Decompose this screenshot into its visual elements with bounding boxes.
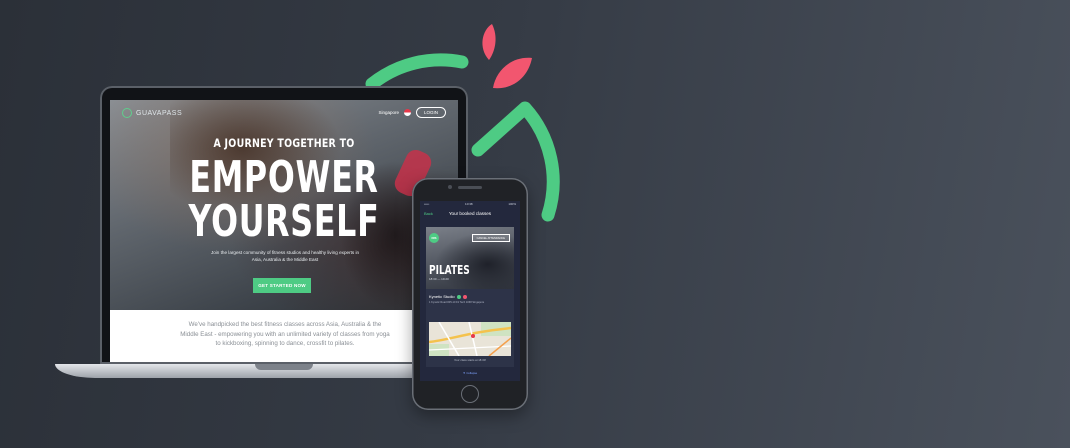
map-pin-icon (471, 334, 475, 338)
phone-nav-bar: Back Your booked classes (420, 209, 520, 219)
phone-speaker (458, 186, 482, 189)
logo-ring-icon (122, 108, 132, 118)
hero-section: GUAVAPASS Singapore LOGIN A JOURNEY TOGE… (110, 100, 458, 310)
laptop-screen: GUAVAPASS Singapore LOGIN A JOURNEY TOGE… (110, 100, 458, 362)
studio-map[interactable] (429, 322, 511, 356)
cancel-attendance-button[interactable]: CANCEL ATTENDANCE (471, 234, 510, 242)
studio-status-icon (456, 294, 461, 299)
studio-address: 1 Kynetic Road #05-10 Fit Tech 1068 Sing… (429, 301, 485, 304)
pink-leaf-top (482, 24, 496, 60)
carrier-signal: ••••• (424, 202, 430, 206)
class-name: PILATES (429, 263, 470, 277)
phone-home-button[interactable] (461, 385, 479, 403)
phone-camera (448, 185, 452, 189)
map-graphic (429, 322, 511, 356)
class-reminder: Your class starts at 18:30! (453, 358, 487, 362)
flag-icon[interactable] (403, 109, 411, 116)
studio-name[interactable]: Kynetic Studio (429, 294, 467, 299)
hero-title-line1: EMPOWER (189, 152, 379, 203)
site-logo[interactable]: GUAVAPASS (122, 108, 182, 118)
phone-nav-title: Your booked classes (448, 211, 492, 216)
hero-description: Join the largest community of fitness st… (210, 250, 360, 262)
laptop-notch (255, 364, 313, 370)
battery-level: 100% (508, 202, 516, 206)
site-nav: Singapore LOGIN (378, 107, 446, 118)
site-logo-text: GUAVAPASS (136, 109, 183, 117)
hero-eyebrow: A JOURNEY TOGETHER TO (213, 136, 355, 150)
location-selector[interactable]: Singapore (378, 110, 399, 115)
collapse-link[interactable]: ▼ Collapse (420, 371, 520, 375)
booked-class-card[interactable]: DIS CANCEL ATTENDANCE PILATES 18:30 — 19… (426, 227, 514, 367)
studio-favorite-icon (462, 294, 467, 299)
studio-name-text: Kynetic Studio (429, 294, 455, 299)
phone-status-bar: ••••• 10:38 100% (420, 201, 520, 207)
hero-title-line2: YOURSELF (188, 196, 380, 247)
login-button[interactable]: LOGIN (415, 107, 446, 118)
status-time: 10:38 (465, 202, 473, 206)
phone-screen: ••••• 10:38 100% Back Your booked classe… (420, 201, 520, 381)
get-started-button[interactable]: GET STARTED NOW (253, 278, 311, 293)
class-time: 18:30 — 19:20 (429, 277, 449, 281)
class-badge: DIS (429, 233, 439, 243)
intro-text: We've handpicked the best fitness classe… (180, 321, 390, 347)
back-button[interactable]: Back (424, 209, 433, 219)
green-arc (365, 53, 469, 91)
pink-leaf-right (493, 57, 532, 89)
